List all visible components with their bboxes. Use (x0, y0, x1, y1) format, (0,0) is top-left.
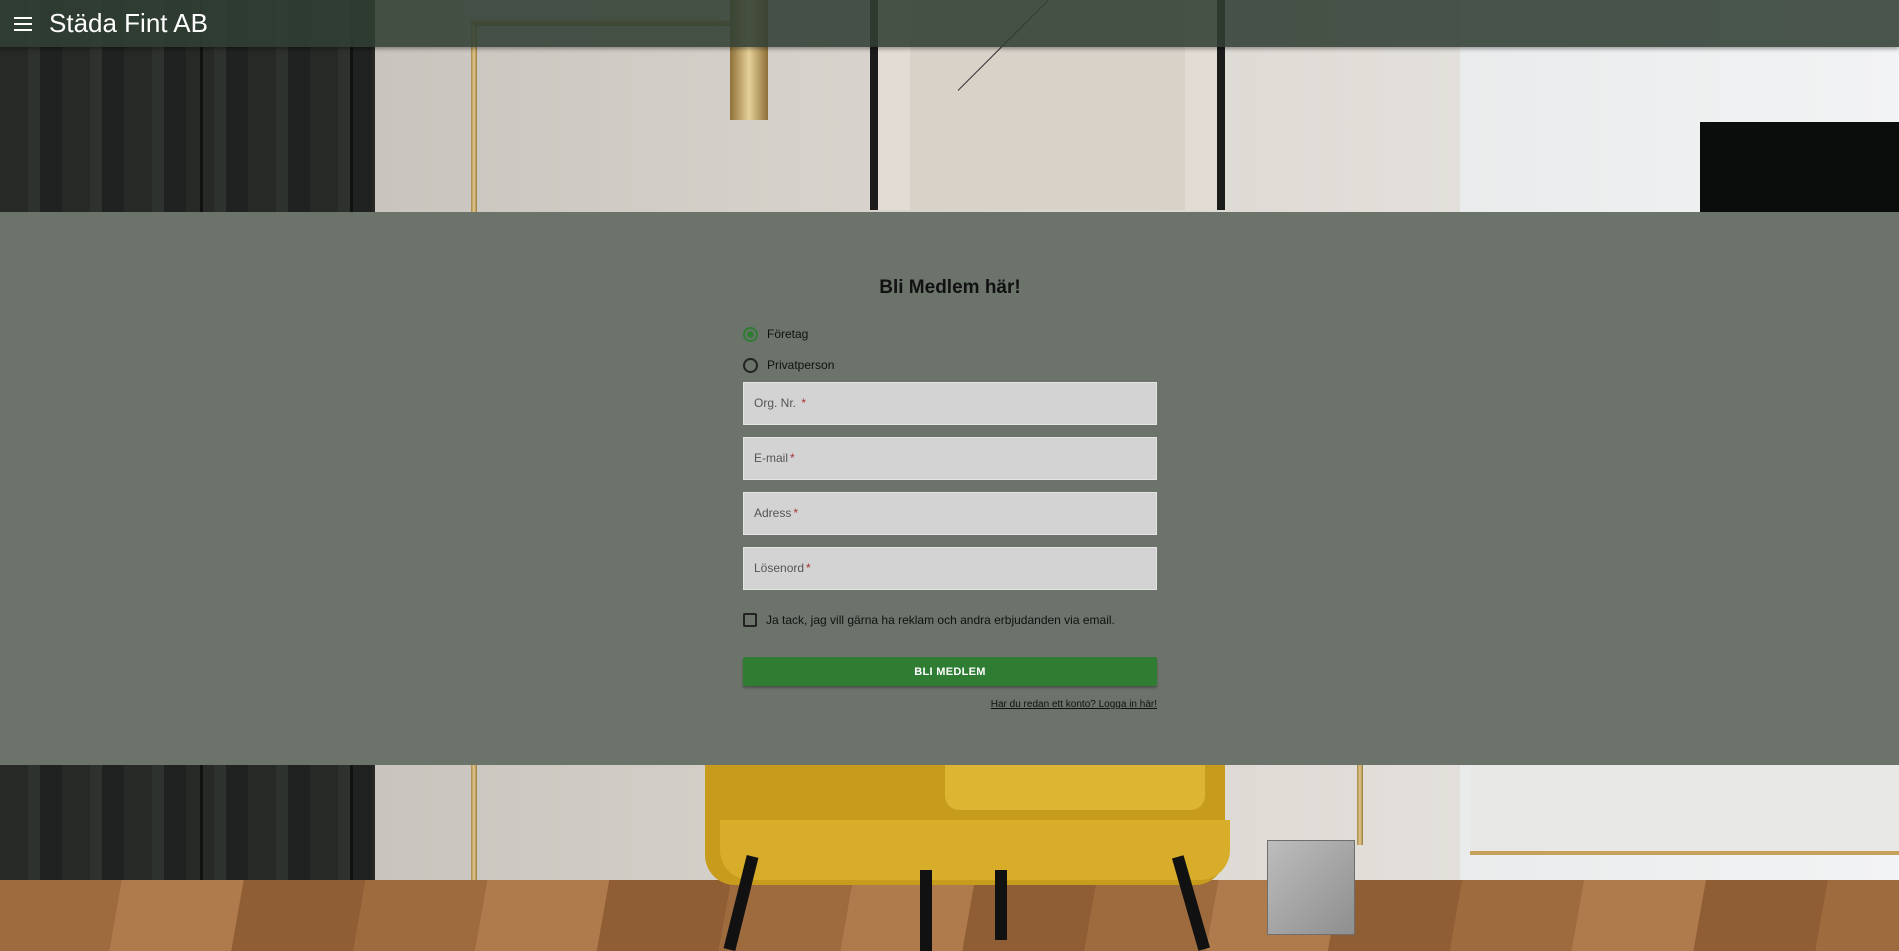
armchair-leg (995, 870, 1007, 940)
org-nr-input[interactable] (744, 383, 1156, 424)
radio-label: Företag (767, 327, 809, 341)
password-input[interactable] (744, 548, 1156, 589)
armchair-body (720, 820, 1230, 880)
top-app-bar: Städa Fint AB (0, 0, 1899, 47)
email-field[interactable]: E-mail * (743, 437, 1157, 480)
signup-section: Bli Medlem här! Företag Privatperson Org… (0, 212, 1899, 765)
wooden-floor (0, 880, 1899, 951)
address-field[interactable]: Adress * (743, 492, 1157, 535)
radio-button-checked-icon[interactable] (743, 326, 758, 342)
radio-option-foretag[interactable]: Företag (743, 323, 1157, 345)
radio-button-unchecked-icon[interactable] (743, 357, 758, 373)
org-nr-field[interactable]: Org. Nr. * (743, 382, 1157, 425)
form-title: Bli Medlem här! (879, 277, 1021, 298)
newsletter-option[interactable]: Ja tack, jag vill gärna ha reklam och an… (743, 611, 1157, 629)
become-member-button[interactable]: BLI MEDLEM (743, 657, 1157, 686)
radio-option-privatperson[interactable]: Privatperson (743, 354, 1157, 376)
app-title: Städa Fint AB (49, 8, 208, 38)
email-input[interactable] (744, 438, 1156, 479)
armchair-leg (920, 870, 932, 951)
signup-form: Bli Medlem här! Företag Privatperson Org… (743, 212, 1157, 710)
address-input[interactable] (744, 493, 1156, 534)
password-field[interactable]: Lösenord * (743, 547, 1157, 590)
radio-label: Privatperson (767, 358, 835, 372)
armchair-cushion (945, 765, 1205, 810)
newsletter-label: Ja tack, jag vill gärna ha reklam och an… (766, 613, 1115, 627)
login-link[interactable]: Har du redan ett konto? Logga in här! (743, 699, 1157, 710)
sideboard-cabinet (1470, 765, 1899, 855)
checkbox-unchecked-icon[interactable] (743, 613, 757, 627)
lamp-pole-lower (1357, 765, 1363, 845)
tv-screen (1700, 122, 1899, 212)
marble-lamp-base (1267, 840, 1355, 935)
hamburger-menu-icon[interactable] (14, 16, 32, 31)
